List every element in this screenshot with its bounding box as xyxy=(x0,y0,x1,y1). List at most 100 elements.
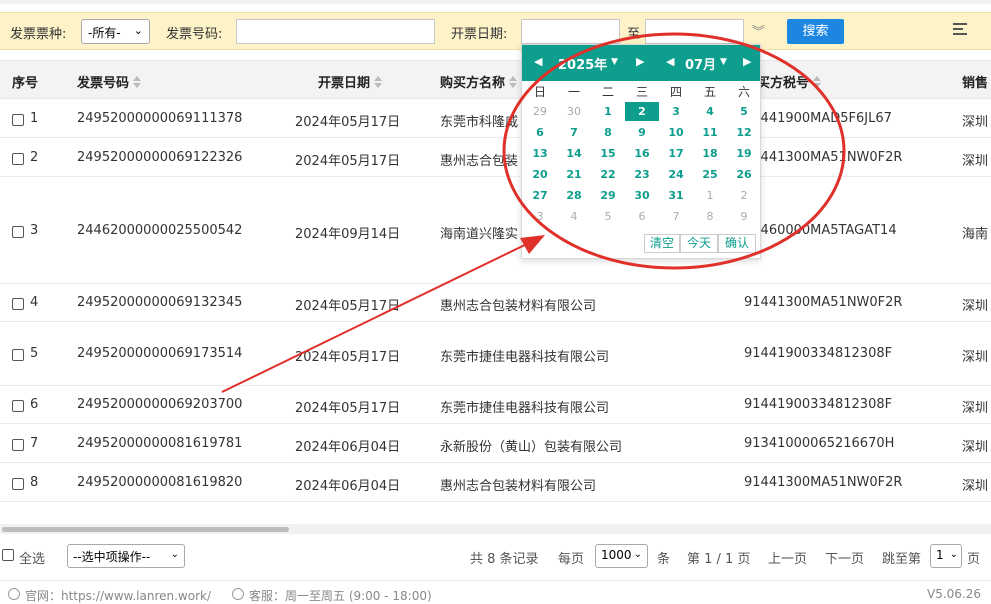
prev-page-link[interactable]: 上一页 xyxy=(768,548,807,567)
calendar-day[interactable]: 10 xyxy=(659,123,693,142)
prev-month-icon[interactable]: ◀ xyxy=(666,55,674,68)
table-row[interactable]: 3 24462000000025500542 2024年09月14日 海南道兴隆实 91… xyxy=(0,177,991,284)
chevron-down-icon[interactable]: ▼ xyxy=(720,57,727,67)
date-from-input[interactable] xyxy=(521,19,620,44)
year-select[interactable]: 2025年 xyxy=(558,54,607,73)
row-checkbox[interactable] xyxy=(12,114,24,126)
next-page-link[interactable]: 下一页 xyxy=(825,548,864,567)
month-select[interactable]: 07月 xyxy=(685,54,716,73)
row-no: 1 xyxy=(30,111,39,126)
calendar-day[interactable]: 11 xyxy=(693,123,727,142)
row-seller: 海南 xyxy=(962,227,989,242)
next-year-icon[interactable]: ▶ xyxy=(636,55,644,68)
chevron-down-icon[interactable]: ▼ xyxy=(611,57,618,67)
col-header-date[interactable]: 开票日期 xyxy=(318,72,383,91)
date-to-input[interactable] xyxy=(645,19,744,44)
row-checkbox[interactable] xyxy=(12,478,24,490)
calendar-day[interactable]: 31 xyxy=(659,186,693,205)
weekday-label: 一 xyxy=(567,85,580,99)
calendar-day[interactable]: 8 xyxy=(591,123,625,142)
calendar-day[interactable]: 9 xyxy=(727,207,761,226)
calendar-day[interactable]: 21 xyxy=(557,165,591,184)
top-divider xyxy=(0,0,991,4)
sort-icon[interactable] xyxy=(509,76,518,88)
globe-icon xyxy=(8,588,20,600)
calendar-confirm-button[interactable]: 确认 xyxy=(718,234,756,253)
calendar-day[interactable]: 3 xyxy=(523,207,557,226)
calendar-day[interactable]: 28 xyxy=(557,186,591,205)
prev-year-icon[interactable]: ◀ xyxy=(534,55,542,68)
calendar-day[interactable]: 24 xyxy=(659,165,693,184)
calendar-day[interactable]: 27 xyxy=(523,186,557,205)
calendar-day[interactable]: 17 xyxy=(659,144,693,163)
calendar-day[interactable]: 19 xyxy=(727,144,761,163)
per-page-select[interactable]: 1000 ⌄ xyxy=(595,544,648,568)
calendar-day[interactable]: 22 xyxy=(591,165,625,184)
row-checkbox[interactable] xyxy=(12,400,24,412)
row-buyer-tax-id: 91441900MAD5F6JL67 xyxy=(744,111,892,126)
calendar-day[interactable]: 9 xyxy=(625,123,659,142)
bulk-action-select[interactable]: --选中项操作-- ⌄ xyxy=(67,544,185,568)
calendar-day[interactable]: 13 xyxy=(523,144,557,163)
search-button[interactable]: 搜索 xyxy=(787,19,844,44)
calendar-day[interactable]: 7 xyxy=(659,207,693,226)
calendar-day[interactable]: 23 xyxy=(625,165,659,184)
calendar-day[interactable]: 29 xyxy=(523,102,557,121)
per-page-value: 1000 xyxy=(601,548,632,562)
calendar-day[interactable]: 26 xyxy=(727,165,761,184)
calendar-day[interactable]: 1 xyxy=(693,186,727,205)
calendar-day[interactable]: 4 xyxy=(693,102,727,121)
goto-page-select[interactable]: 1 ⌄ xyxy=(930,544,962,568)
calendar-today-button[interactable]: 今天 xyxy=(680,234,718,253)
sort-icon[interactable] xyxy=(133,76,142,88)
calendar-day[interactable]: 4 xyxy=(557,207,591,226)
calendar-day[interactable]: 30 xyxy=(625,186,659,205)
table-row[interactable]: 5 24952000000069173514 2024年05月17日 东莞市捷佳电器科… xyxy=(0,322,991,386)
row-checkbox[interactable] xyxy=(12,439,24,451)
website-link[interactable]: 官网：https://www.lanren.work/ xyxy=(25,587,211,604)
calendar-day[interactable]: 2 xyxy=(727,186,761,205)
calendar-clear-button[interactable]: 清空 xyxy=(644,234,680,253)
calendar-day[interactable]: 15 xyxy=(591,144,625,163)
row-no: 2 xyxy=(30,150,39,165)
calendar-day[interactable]: 30 xyxy=(557,102,591,121)
calendar-day[interactable]: 2 xyxy=(625,102,659,121)
col-header-buyer[interactable]: 购买方名称 xyxy=(440,72,518,91)
table-row[interactable]: 7 24952000000081619781 2024年06月04日 永新股份（黄山）… xyxy=(0,424,991,463)
column-settings-icon[interactable] xyxy=(953,22,971,38)
calendar-day[interactable]: 14 xyxy=(557,144,591,163)
calendar-day[interactable]: 16 xyxy=(625,144,659,163)
calendar-day[interactable]: 6 xyxy=(523,123,557,142)
horizontal-scroll-thumb[interactable] xyxy=(2,527,289,532)
calendar-day[interactable]: 7 xyxy=(557,123,591,142)
calendar-day[interactable]: 5 xyxy=(727,102,761,121)
calendar-day[interactable]: 12 xyxy=(727,123,761,142)
table-row[interactable]: 1 24952000000069111378 2024年05月17日 东莞市科隆威 91… xyxy=(0,99,991,138)
expand-more-icon[interactable]: ︾ xyxy=(752,21,765,40)
calendar-day[interactable]: 29 xyxy=(591,186,625,205)
calendar-day[interactable]: 20 xyxy=(523,165,557,184)
sort-icon[interactable] xyxy=(813,76,822,88)
table-row[interactable]: 2 24952000000069122326 2024年05月17日 惠州志合包装 91… xyxy=(0,138,991,177)
table-row[interactable]: 8 24952000000081619820 2024年06月04日 惠州志合包装材料… xyxy=(0,463,991,502)
table-row[interactable]: 6 24952000000069203700 2024年05月17日 东莞市捷佳电器科… xyxy=(0,386,991,424)
calendar-day[interactable]: 6 xyxy=(625,207,659,226)
page-info: 第 1 / 1 页 xyxy=(687,552,751,567)
invoice-type-select[interactable]: -所有- ⌄ xyxy=(81,19,150,44)
select-all-checkbox[interactable] xyxy=(2,549,14,561)
calendar-day[interactable]: 18 xyxy=(693,144,727,163)
table-row[interactable]: 4 24952000000069132345 2024年05月17日 惠州志合包装材料… xyxy=(0,284,991,322)
row-checkbox[interactable] xyxy=(12,153,24,165)
calendar-day[interactable]: 25 xyxy=(693,165,727,184)
row-checkbox[interactable] xyxy=(12,349,24,361)
invoice-no-input[interactable] xyxy=(236,19,435,44)
calendar-day[interactable]: 8 xyxy=(693,207,727,226)
calendar-day[interactable]: 3 xyxy=(659,102,693,121)
calendar-day[interactable]: 5 xyxy=(591,207,625,226)
calendar-day[interactable]: 1 xyxy=(591,102,625,121)
next-month-icon[interactable]: ▶ xyxy=(743,55,751,68)
sort-icon[interactable] xyxy=(374,76,383,88)
row-checkbox[interactable] xyxy=(12,298,24,310)
col-header-invoice[interactable]: 发票号码 xyxy=(77,72,142,91)
row-checkbox[interactable] xyxy=(12,226,24,238)
